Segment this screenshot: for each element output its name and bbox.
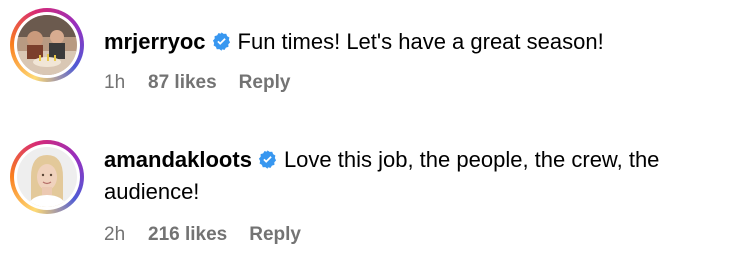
comment-timestamp[interactable]: 1h [104,72,148,94]
verified-badge-icon [257,147,278,169]
avatar[interactable] [17,15,77,75]
comment-timestamp[interactable]: 2h [104,224,148,246]
comment-body: amandakloots Love this job, the people, t… [104,144,732,208]
avatar-story-ring[interactable] [10,140,84,214]
verified-badge-icon [211,29,232,51]
avatar-photo-icon [17,147,77,207]
avatar-photo-icon [17,15,77,75]
comment-likes-count[interactable]: 216 likes [148,224,227,246]
comment-item: mrjerryoc Fun times! Let's have a great s… [0,0,748,120]
comment-item: amandakloots Love this job, the people, t… [0,124,748,262]
avatar-story-ring[interactable] [10,8,84,82]
comment-meta: 1h 87 likes Reply [104,72,290,94]
comment-likes-count[interactable]: 87 likes [148,72,217,94]
reply-button[interactable]: Reply [249,224,301,246]
comment-text: Fun times! Let's have a great season! [237,29,604,54]
reply-button[interactable]: Reply [239,72,291,94]
comment-meta: 2h 216 likes Reply [104,224,301,246]
avatar[interactable] [17,147,77,207]
comment-username[interactable]: mrjerryoc [104,29,206,54]
comment-username[interactable]: amandakloots [104,147,252,172]
comment-body: mrjerryoc Fun times! Let's have a great s… [104,26,732,58]
